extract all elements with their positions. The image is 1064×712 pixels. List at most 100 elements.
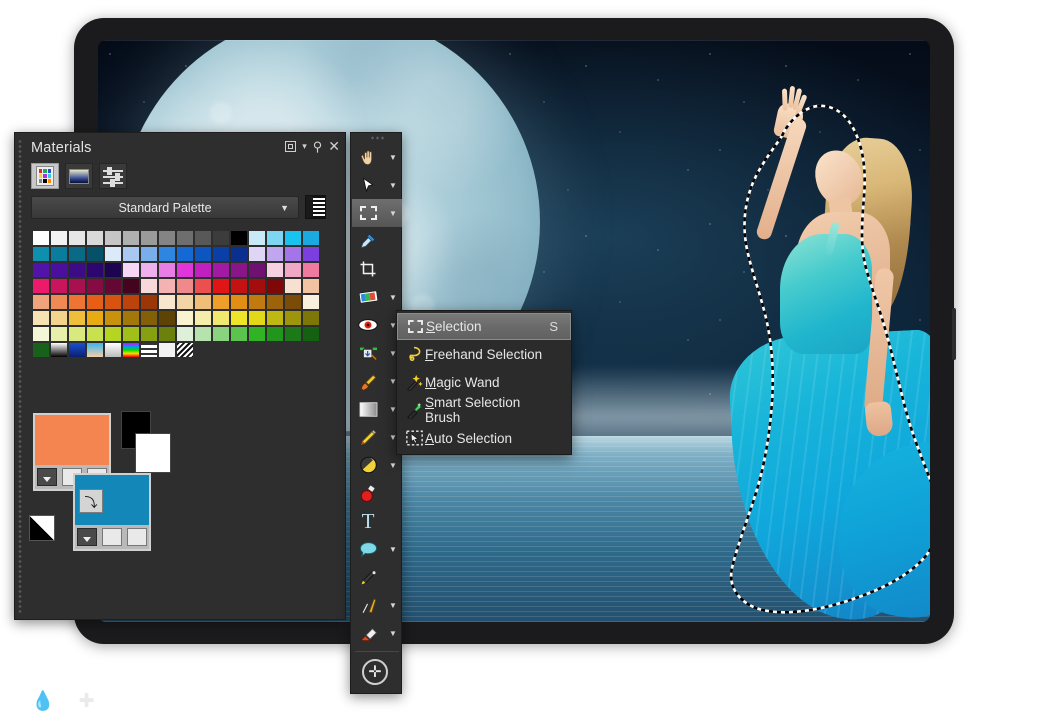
color-swatch[interactable] (230, 230, 248, 246)
crop-tool[interactable] (352, 255, 402, 283)
pin-icon[interactable]: ⚲ (313, 140, 323, 153)
close-icon[interactable]: ✕ (328, 139, 340, 153)
clone-icon[interactable] (352, 451, 384, 479)
menu-item-magic-wand[interactable]: Magic Wand (397, 368, 571, 396)
color-swatch[interactable] (140, 326, 158, 342)
color-swatch[interactable] (176, 278, 194, 294)
color-swatch[interactable] (32, 230, 50, 246)
color-swatch[interactable] (104, 262, 122, 278)
red-eye-tool[interactable]: ▼ (352, 311, 402, 339)
color-swatch[interactable] (176, 246, 194, 262)
color-swatch[interactable] (68, 294, 86, 310)
maximize-icon[interactable] (285, 140, 297, 152)
color-swatch[interactable] (176, 326, 194, 342)
color-swatch[interactable] (50, 278, 68, 294)
selection-tool-flyout-menu[interactable]: Selection S Freehand Selection Magic Wand Sm… (396, 310, 572, 455)
bg-pattern-style-button[interactable] (126, 528, 147, 546)
color-swatch[interactable] (68, 310, 86, 326)
color-swatch[interactable] (32, 310, 50, 326)
color-swatch[interactable] (212, 230, 230, 246)
color-swatch[interactable] (176, 342, 194, 358)
color-swatch[interactable] (248, 230, 266, 246)
menu-item-freehand-selection[interactable]: Freehand Selection (397, 340, 571, 368)
color-swatch[interactable] (302, 278, 320, 294)
color-swatch[interactable] (302, 326, 320, 342)
color-swatch[interactable] (50, 294, 68, 310)
warp-brush-tool[interactable]: ▼ (352, 591, 402, 619)
color-swatch[interactable] (230, 278, 248, 294)
makeover-icon[interactable] (352, 283, 384, 311)
color-swatch[interactable] (32, 262, 50, 278)
color-swatch[interactable] (104, 310, 122, 326)
color-swatch[interactable] (230, 326, 248, 342)
color-swatch[interactable] (158, 246, 176, 262)
color-swatch[interactable] (104, 294, 122, 310)
color-swatch[interactable] (50, 326, 68, 342)
color-swatch[interactable] (122, 262, 140, 278)
woman-subject[interactable] (658, 85, 930, 622)
color-swatch[interactable] (68, 326, 86, 342)
color-swatch[interactable] (104, 230, 122, 246)
text-icon[interactable]: T (352, 507, 384, 535)
color-swatch[interactable] (68, 246, 86, 262)
swap-colors-button[interactable]: ⤵ (79, 489, 103, 513)
makeover-tool[interactable]: ▼ (352, 283, 402, 311)
gradient-icon[interactable] (352, 395, 384, 423)
dropper-icon[interactable] (352, 227, 384, 255)
color-swatch[interactable] (266, 310, 284, 326)
chevron-down-icon[interactable]: ▼ (384, 283, 402, 311)
color-swatch[interactable] (140, 246, 158, 262)
color-swatch[interactable] (176, 262, 194, 278)
color-swatch[interactable] (122, 342, 140, 358)
color-swatch[interactable] (194, 294, 212, 310)
color-swatch[interactable] (158, 230, 176, 246)
speech-bubble-tool[interactable]: ▼ (352, 535, 402, 563)
color-swatch[interactable] (32, 278, 50, 294)
color-swatch[interactable] (50, 262, 68, 278)
color-swatch[interactable] (194, 310, 212, 326)
chevron-down-icon[interactable]: ▾ (302, 141, 307, 151)
red-eye-icon[interactable] (352, 311, 384, 339)
panel-grip[interactable] (18, 139, 22, 615)
color-swatch[interactable] (284, 310, 302, 326)
selection-tool[interactable]: ▼ (352, 199, 402, 227)
color-swatch[interactable] (194, 246, 212, 262)
color-swatch[interactable] (32, 342, 50, 358)
plus-icon[interactable]: ✚ (79, 690, 95, 712)
color-swatch[interactable] (194, 278, 212, 294)
color-swatch[interactable] (122, 326, 140, 342)
color-swatch[interactable] (302, 230, 320, 246)
color-swatch[interactable] (86, 326, 104, 342)
color-swatch[interactable] (86, 294, 104, 310)
color-swatch[interactable] (176, 294, 194, 310)
chevron-down-icon[interactable]: ▼ (384, 535, 402, 563)
bg-gradient-style-button[interactable] (101, 528, 122, 546)
palette-select[interactable]: Standard Palette ▼ (31, 196, 299, 219)
pen-tool[interactable] (352, 563, 402, 591)
sliders-tab[interactable] (99, 163, 127, 189)
color-swatch[interactable] (302, 262, 320, 278)
paint-brush-tool[interactable]: ▼ (352, 367, 402, 395)
chevron-down-icon[interactable]: ▼ (384, 451, 402, 479)
color-swatch[interactable] (266, 262, 284, 278)
color-swatch[interactable] (194, 326, 212, 342)
color-swatch[interactable] (302, 294, 320, 310)
color-swatch[interactable] (248, 278, 266, 294)
color-swatch[interactable] (194, 230, 212, 246)
color-swatch[interactable] (212, 262, 230, 278)
color-swatch[interactable] (122, 294, 140, 310)
color-swatch[interactable] (158, 278, 176, 294)
flood-fill-tool[interactable] (352, 479, 402, 507)
chevron-down-icon[interactable]: ▼ (384, 199, 402, 227)
color-swatch[interactable] (104, 278, 122, 294)
color-swatch[interactable] (176, 310, 194, 326)
pick-icon[interactable] (352, 171, 384, 199)
gradient-tool[interactable]: ▼ (352, 395, 402, 423)
color-swatch[interactable] (266, 278, 284, 294)
tool-column[interactable]: ✛ ▼ ▼ ▼ ▼ ▼ ▼ ▼ ▼ ▼ ▼ T ▼ ▼ ▼ (350, 132, 402, 694)
color-swatch[interactable] (284, 278, 302, 294)
color-swatch[interactable] (284, 230, 302, 246)
pen-icon[interactable] (352, 563, 384, 591)
chevron-down-icon[interactable]: ▼ (384, 619, 402, 647)
color-swatch[interactable] (32, 294, 50, 310)
